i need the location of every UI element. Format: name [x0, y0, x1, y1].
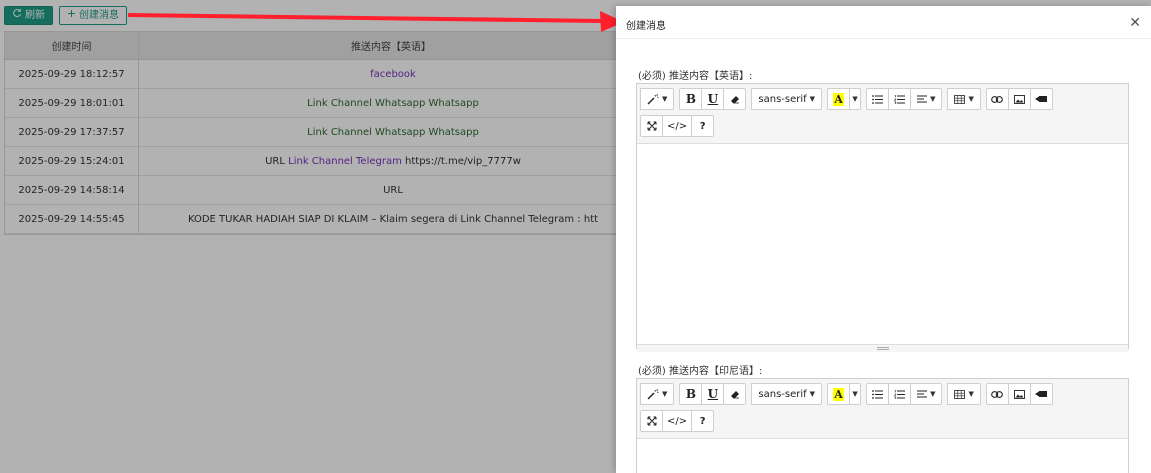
- link-icon[interactable]: [985, 383, 1009, 405]
- editor-resize-handle[interactable]: [637, 344, 1128, 352]
- editor-toolbar: ▼ B U sans-serif ▼ A ▼ ▼ ▼ </> ?: [637, 84, 1128, 144]
- color-letter: A: [833, 387, 844, 401]
- ordered-list-icon[interactable]: [888, 88, 912, 110]
- fullscreen-icon[interactable]: [640, 410, 663, 432]
- image-icon[interactable]: [1007, 88, 1031, 110]
- editor-body-en[interactable]: [637, 144, 1128, 344]
- field-label-en: (必须) 推送内容【英语】:: [638, 71, 753, 82]
- toolbar-row-1: ▼ B U sans-serif ▼ A ▼ ▼ ▼: [640, 87, 1125, 111]
- toolbar-row-2: </> ?: [640, 114, 1125, 138]
- font-family-value: sans-serif: [758, 93, 807, 105]
- dialog-title: 创建消息: [626, 21, 666, 32]
- underline-button[interactable]: U: [701, 383, 725, 405]
- editor-id: ▼ B U sans-serif ▼ A ▼ ▼ ▼ </> ?: [636, 378, 1129, 473]
- font-family-select[interactable]: sans-serif ▼: [751, 383, 823, 405]
- ordered-list-icon[interactable]: [888, 383, 912, 405]
- field-label-id: (必须) 推送内容【印尼语】:: [638, 366, 763, 377]
- video-icon[interactable]: [1029, 383, 1053, 405]
- eraser-icon[interactable]: [723, 383, 747, 405]
- link-icon[interactable]: [985, 88, 1009, 110]
- editor-body-id[interactable]: [637, 439, 1128, 473]
- toolbar-row-2: </> ?: [640, 409, 1125, 433]
- font-family-value: sans-serif: [758, 388, 807, 400]
- close-icon[interactable]: ✕: [1129, 14, 1141, 31]
- unordered-list-icon[interactable]: [866, 88, 890, 110]
- editor-toolbar: ▼ B U sans-serif ▼ A ▼ ▼ ▼ </> ?: [637, 379, 1128, 439]
- code-view-button[interactable]: </>: [662, 115, 693, 137]
- table-icon[interactable]: ▼: [947, 383, 981, 405]
- color-letter: A: [833, 92, 844, 106]
- editor-en: ▼ B U sans-serif ▼ A ▼ ▼ ▼ </> ?: [636, 83, 1129, 352]
- code-view-button[interactable]: </>: [662, 410, 693, 432]
- video-icon[interactable]: [1029, 88, 1053, 110]
- eraser-icon[interactable]: [723, 88, 747, 110]
- chevron-down-icon[interactable]: ▼: [849, 383, 862, 405]
- chevron-down-icon[interactable]: ▼: [849, 88, 862, 110]
- align-icon[interactable]: ▼: [910, 383, 943, 405]
- help-button[interactable]: ?: [691, 115, 715, 137]
- create-message-dialog: 创建消息 ✕ (必须) 推送内容【英语】: ▼ B U sans-serif ▼ …: [616, 6, 1151, 473]
- align-icon[interactable]: ▼: [910, 88, 943, 110]
- unordered-list-icon[interactable]: [866, 383, 890, 405]
- font-family-select[interactable]: sans-serif ▼: [751, 88, 823, 110]
- toolbar-row-1: ▼ B U sans-serif ▼ A ▼ ▼ ▼: [640, 382, 1125, 406]
- bold-button[interactable]: B: [679, 88, 703, 110]
- dialog-header: 创建消息 ✕: [616, 6, 1151, 39]
- image-icon[interactable]: [1007, 383, 1031, 405]
- bold-button[interactable]: B: [679, 383, 703, 405]
- text-color-button[interactable]: A: [827, 88, 851, 110]
- magic-wand-icon[interactable]: ▼: [640, 383, 675, 405]
- magic-wand-icon[interactable]: ▼: [640, 88, 675, 110]
- help-button[interactable]: ?: [691, 410, 715, 432]
- underline-button[interactable]: U: [701, 88, 725, 110]
- table-icon[interactable]: ▼: [947, 88, 981, 110]
- fullscreen-icon[interactable]: [640, 115, 663, 137]
- text-color-button[interactable]: A: [827, 383, 851, 405]
